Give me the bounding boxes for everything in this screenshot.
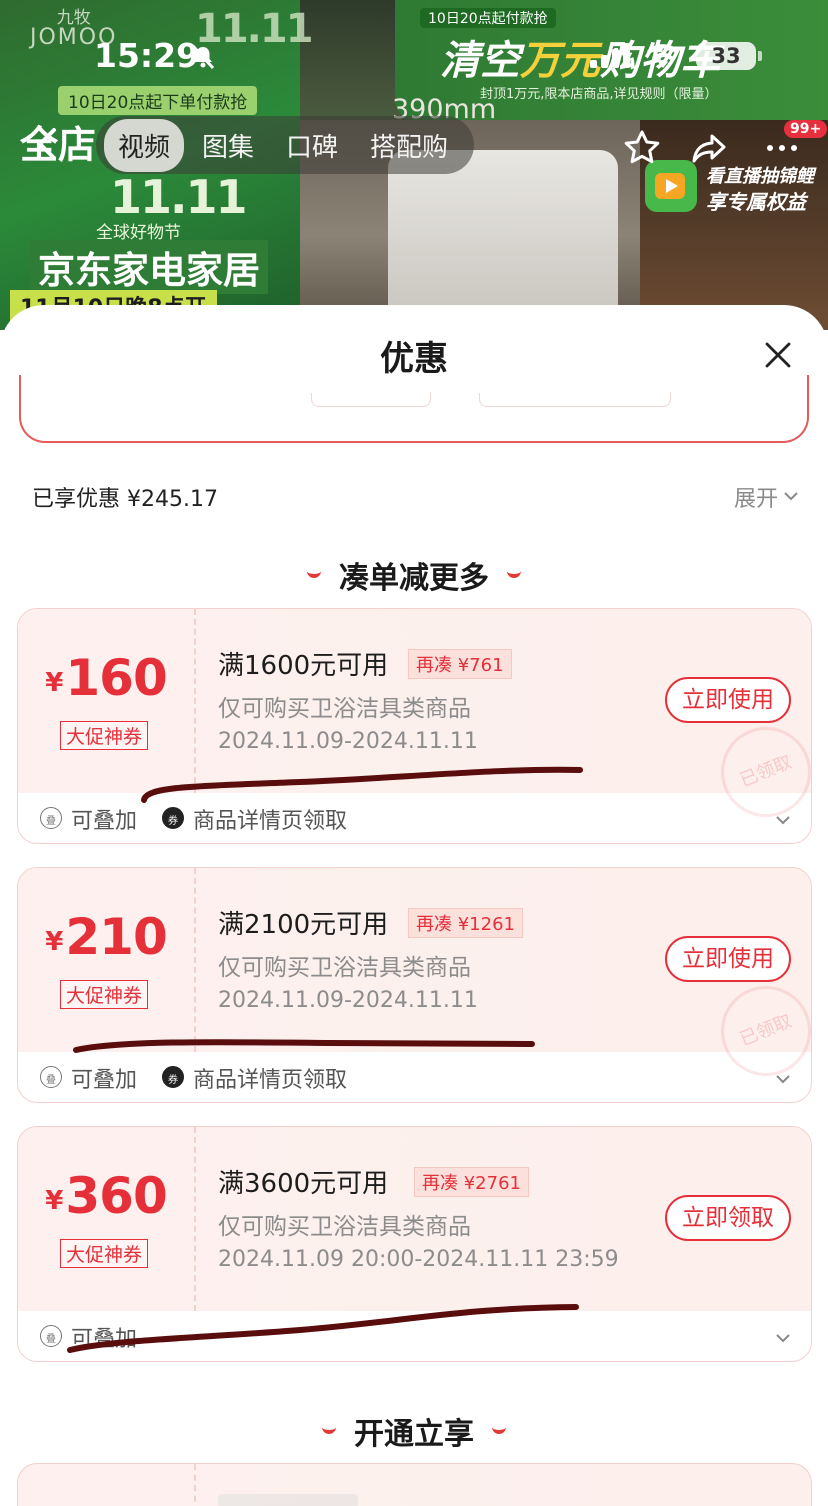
banner-jd-home: 京东家电家居 <box>30 240 268 294</box>
coupon-date: 2024.11.09 20:00-2024.11.11 23:59 <box>218 1247 619 1272</box>
stackable-label: 可叠加 <box>71 1327 138 1352</box>
source-icon: 券 <box>162 1066 184 1088</box>
wifi-icon <box>647 44 679 68</box>
coupon-date: 2024.11.09-2024.11.11 <box>218 988 478 1013</box>
stackable-label: 可叠加 <box>71 809 138 834</box>
coupon-card: ¥160 大促神券 满1600元可用 再凑 ¥761 仅可购买卫浴洁具类商品 2… <box>17 608 812 844</box>
tab-bundle[interactable]: 搭配购 <box>356 119 462 172</box>
coupon-card: ¥360 大促神券 满3600元可用 再凑 ¥2761 仅可购买卫浴洁具类商品 … <box>17 1126 812 1362</box>
coupon-more-needed: 再凑 ¥1261 <box>408 908 523 938</box>
enjoyed-discount: 已享优惠 ¥245.17 <box>32 487 218 512</box>
chevron-down-icon[interactable] <box>775 812 791 828</box>
coupon-condition: 满1600元可用 <box>218 651 389 681</box>
coupon-amount: ¥160 <box>45 649 167 707</box>
back-arrow-icon[interactable] <box>30 126 66 162</box>
share-icon[interactable] <box>690 128 730 168</box>
source-icon: 券 <box>162 807 184 829</box>
stack-icon: 叠 <box>40 1325 62 1347</box>
close-icon[interactable] <box>762 339 794 371</box>
chevron-down-icon[interactable] <box>775 1330 791 1346</box>
source-label: 商品详情页领取 <box>193 1068 348 1093</box>
source-label: 商品详情页领取 <box>193 809 348 834</box>
coupon-footer[interactable]: 叠 可叠加 券 商品详情页领取 <box>18 793 811 843</box>
stackable-label: 可叠加 <box>71 1068 138 1093</box>
coupon-amount: ¥360 <box>45 1167 167 1225</box>
coupon-date: 2024.11.09-2024.11.11 <box>218 729 478 754</box>
coupon-condition: 满3600元可用 <box>218 1169 389 1199</box>
live-text-line2[interactable]: 享专属权益 <box>706 186 806 215</box>
previous-card-bottom <box>19 375 809 443</box>
chevron-down-icon[interactable] <box>775 1071 791 1087</box>
coupon-more-needed: 再凑 ¥761 <box>408 649 512 679</box>
stack-icon: 叠 <box>40 1066 62 1088</box>
coupon-footer[interactable]: 叠 可叠加 <box>18 1311 811 1361</box>
message-count-badge: 99+ <box>784 120 828 138</box>
coupon-more-needed: 再凑 ¥2761 <box>414 1167 529 1197</box>
use-now-button[interactable]: 立即使用 <box>665 677 791 723</box>
coupon-type-tag: 大促神券 <box>60 1239 149 1268</box>
next-coupon-card <box>17 1463 812 1506</box>
discount-sheet: 优惠 已享优惠 ¥245.17 展开 凑单减更多 ¥160 大促神券 满1600… <box>0 305 828 1506</box>
sheet-title: 优惠 <box>380 339 448 379</box>
coupon-type-tag: 大促神券 <box>60 721 149 750</box>
expand-link[interactable]: 展开 <box>734 481 778 513</box>
stack-icon: 叠 <box>40 807 62 829</box>
tab-reviews[interactable]: 口碑 <box>272 119 352 172</box>
coupon-type-tag: 大促神券 <box>60 980 149 1009</box>
section-more-savings: 凑单减更多 <box>0 553 828 597</box>
coupon-condition: 满2100元可用 <box>218 910 389 940</box>
smile-decoration-icon <box>322 1426 336 1434</box>
bell-muted-icon <box>191 44 215 70</box>
smile-decoration-icon <box>507 570 521 578</box>
media-tab-bar: 视频 图集 口碑 搭配购 <box>96 116 475 174</box>
coupon-scope: 仅可购买卫浴洁具类商品 <box>218 696 471 722</box>
coupon-scope: 仅可购买卫浴洁具类商品 <box>218 1214 471 1240</box>
play-icon <box>666 179 678 193</box>
claim-now-button[interactable]: 立即领取 <box>665 1195 791 1241</box>
coupon-amount: ¥210 <box>45 908 167 966</box>
banner-cap-note: 封顶1万元,限本店商品,详见规则（限量） <box>480 87 718 102</box>
banner-promo-start: 10日20点起下单付款抢 <box>58 86 258 115</box>
smile-decoration-icon <box>307 570 321 578</box>
tab-video[interactable]: 视频 <box>104 118 185 172</box>
chevron-down-icon[interactable] <box>784 489 798 503</box>
star-favorite-icon[interactable] <box>622 128 662 168</box>
status-time: 15:29 <box>94 36 200 75</box>
battery-indicator: 33 <box>696 42 762 70</box>
cellular-signal-icon <box>590 42 632 68</box>
coupon-footer[interactable]: 叠 可叠加 券 商品详情页领取 <box>18 1052 811 1102</box>
smile-decoration-icon <box>492 1426 506 1434</box>
eleven-logo: 11.11 <box>110 170 248 224</box>
section-activate: 开通立享 <box>0 1409 828 1453</box>
use-now-button[interactable]: 立即使用 <box>665 936 791 982</box>
status-bar: 15:29 33 <box>0 0 828 80</box>
coupon-card: ¥210 大促神券 满2100元可用 再凑 ¥1261 仅可购买卫浴洁具类商品 … <box>17 867 812 1103</box>
tab-gallery[interactable]: 图集 <box>188 119 268 172</box>
coupon-scope: 仅可购买卫浴洁具类商品 <box>218 955 471 981</box>
product-image <box>388 150 618 320</box>
